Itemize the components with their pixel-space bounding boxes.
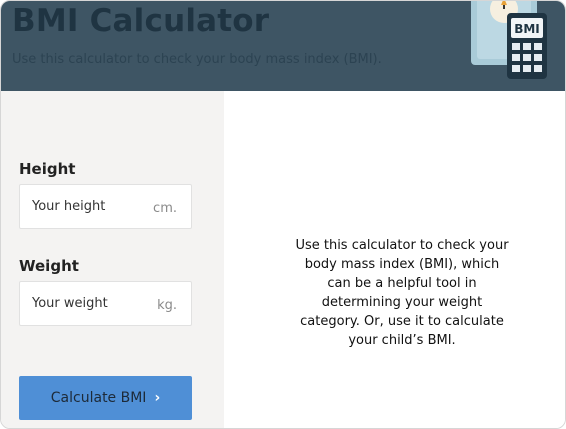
page-subtitle: Use this calculator to check your body m… xyxy=(12,52,382,67)
weight-field[interactable]: kg. xyxy=(19,281,192,326)
calculator-key xyxy=(523,65,531,72)
calculator-key xyxy=(512,65,520,72)
bmi-scale-calculator-icon: BMI xyxy=(471,1,547,79)
calculator-keys xyxy=(512,43,542,72)
height-field[interactable]: cm. xyxy=(19,184,192,229)
header: BMI Calculator Use this calculator to ch… xyxy=(1,1,565,91)
calculate-bmi-label: Calculate BMI xyxy=(50,390,147,406)
weight-label: Weight xyxy=(19,257,79,275)
height-unit: cm. xyxy=(153,201,177,216)
bmi-calculator-window: BMI Calculator Use this calculator to ch… xyxy=(0,0,566,429)
calculator-key xyxy=(512,43,520,50)
calculator-key xyxy=(523,54,531,61)
calculator-key xyxy=(512,54,520,61)
chevron-right-icon: › xyxy=(154,390,161,406)
calculator-key xyxy=(534,43,542,50)
calculator-key xyxy=(534,54,542,61)
calculator-key xyxy=(534,65,542,72)
calculate-bmi-button[interactable]: Calculate BMI › xyxy=(19,376,192,420)
info-panel: Use this calculator to check your body m… xyxy=(224,91,565,428)
calculator-key xyxy=(523,43,531,50)
calculator-screen-label: BMI xyxy=(514,22,540,36)
weight-unit: kg. xyxy=(157,298,177,313)
weight-input[interactable] xyxy=(20,282,150,325)
info-text: Use this calculator to check your body m… xyxy=(295,238,509,348)
page-title: BMI Calculator xyxy=(12,3,270,39)
height-input[interactable] xyxy=(20,185,150,228)
height-label: Height xyxy=(19,160,76,178)
